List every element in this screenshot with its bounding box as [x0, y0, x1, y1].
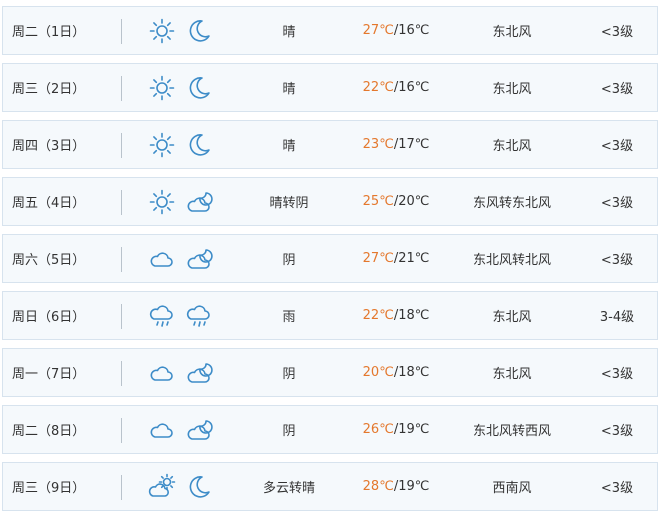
wind-level: <3级 [600, 481, 634, 496]
moon-icon [185, 473, 213, 501]
condition-text: 晴转阴 [269, 196, 309, 211]
cloudy-night-icon [185, 416, 213, 444]
low-temperature: /19℃ [393, 479, 430, 494]
temperature-range: 25℃/20℃ [336, 178, 456, 225]
day-label: 周四（3日） [12, 139, 86, 154]
wind-direction: 东风转东北风 [472, 196, 551, 211]
forecast-row: 周六（5日） 阴 27℃/21℃ 东北风转北风 <3级 [2, 234, 658, 283]
forecast-row: 周三（2日） 晴 22℃/16℃ 东北风 <3级 [2, 63, 658, 112]
day-label: 周二（8日） [12, 424, 86, 439]
cloudy-night-icon [185, 188, 213, 216]
divider [121, 190, 122, 215]
wind-direction: 东北风转北风 [472, 253, 551, 268]
wind-level: <3级 [600, 196, 634, 211]
high-temperature: 26℃ [362, 422, 394, 437]
temperature-range: 23℃/17℃ [336, 121, 456, 168]
temperature-range: 27℃/21℃ [336, 235, 456, 282]
wind-direction: 东北风 [492, 82, 532, 97]
low-temperature: /21℃ [393, 251, 430, 266]
condition-text: 雨 [282, 310, 296, 325]
wind-level: <3级 [600, 424, 634, 439]
condition-text: 阴 [282, 367, 296, 382]
low-temperature: /18℃ [393, 365, 430, 380]
sun-icon [148, 188, 176, 216]
divider [121, 76, 122, 101]
divider [121, 19, 122, 44]
wind-direction: 西南风 [492, 481, 532, 496]
sun-icon [148, 131, 176, 159]
wind-direction: 东北风转西风 [472, 424, 551, 439]
wind-direction: 东北风 [492, 139, 532, 154]
high-temperature: 23℃ [362, 137, 394, 152]
forecast-row: 周三（9日） 多云转晴 28℃/19℃ 西南风 <3级 [2, 462, 658, 511]
day-label: 周六（5日） [12, 253, 86, 268]
low-temperature: /16℃ [393, 23, 430, 38]
wind-level: <3级 [600, 139, 634, 154]
forecast-row: 周五（4日） 晴转阴 25℃/20℃ 东风转东北风 <3级 [2, 177, 658, 226]
high-temperature: 27℃ [362, 23, 394, 38]
high-temperature: 20℃ [362, 365, 394, 380]
high-temperature: 27℃ [362, 251, 394, 266]
temperature-range: 22℃/16℃ [336, 64, 456, 111]
divider [121, 475, 122, 500]
forecast-row: 周四（3日） 晴 23℃/17℃ 东北风 <3级 [2, 120, 658, 169]
moon-icon [185, 17, 213, 45]
condition-text: 晴 [282, 82, 296, 97]
temperature-range: 27℃/16℃ [336, 7, 456, 54]
divider [121, 418, 122, 443]
day-label: 周二（1日） [12, 25, 86, 40]
day-label: 周日（6日） [12, 310, 86, 325]
divider [121, 304, 122, 329]
temperature-range: 22℃/18℃ [336, 292, 456, 339]
wind-level: <3级 [600, 82, 634, 97]
cloud-icon [148, 245, 176, 273]
moon-icon [185, 74, 213, 102]
temperature-range: 20℃/18℃ [336, 349, 456, 396]
low-temperature: /17℃ [393, 137, 430, 152]
forecast-row: 周二（8日） 阴 26℃/19℃ 东北风转西风 <3级 [2, 405, 658, 454]
low-temperature: /16℃ [393, 80, 430, 95]
condition-text: 阴 [282, 424, 296, 439]
wind-level: <3级 [600, 253, 634, 268]
day-label: 周一（7日） [12, 367, 86, 382]
wind-level: <3级 [600, 25, 634, 40]
wind-direction: 东北风 [492, 25, 532, 40]
low-temperature: /18℃ [393, 308, 430, 323]
high-temperature: 22℃ [362, 308, 394, 323]
day-label: 周三（9日） [12, 481, 86, 496]
divider [121, 133, 122, 158]
cloud-icon [148, 416, 176, 444]
wind-direction: 东北风 [492, 367, 532, 382]
divider [121, 361, 122, 386]
rain-icon [148, 302, 176, 330]
sun-icon [148, 74, 176, 102]
condition-text: 阴 [282, 253, 296, 268]
condition-text: 多云转晴 [262, 481, 315, 496]
high-temperature: 22℃ [362, 80, 394, 95]
cloudy-night-icon [185, 359, 213, 387]
low-temperature: /20℃ [393, 194, 430, 209]
day-label: 周五（4日） [12, 196, 86, 211]
divider [121, 247, 122, 272]
partly-cloudy-icon [148, 473, 176, 501]
wind-level: 3-4级 [599, 310, 635, 325]
low-temperature: /19℃ [393, 422, 430, 437]
wind-level: <3级 [600, 367, 634, 382]
day-label: 周三（2日） [12, 82, 86, 97]
forecast-row: 周日（6日） 雨 22℃/18℃ 东北风 3-4级 [2, 291, 658, 340]
condition-text: 晴 [282, 139, 296, 154]
cloudy-night-icon [185, 245, 213, 273]
sun-icon [148, 17, 176, 45]
temperature-range: 26℃/19℃ [336, 406, 456, 453]
high-temperature: 28℃ [362, 479, 394, 494]
high-temperature: 25℃ [362, 194, 394, 209]
moon-icon [185, 131, 213, 159]
temperature-range: 28℃/19℃ [336, 463, 456, 510]
cloud-icon [148, 359, 176, 387]
rain-icon [185, 302, 213, 330]
condition-text: 晴 [282, 25, 296, 40]
wind-direction: 东北风 [492, 310, 532, 325]
forecast-row: 周二（1日） 晴 27℃/16℃ 东北风 <3级 [2, 6, 658, 55]
forecast-row: 周一（7日） 阴 20℃/18℃ 东北风 <3级 [2, 348, 658, 397]
